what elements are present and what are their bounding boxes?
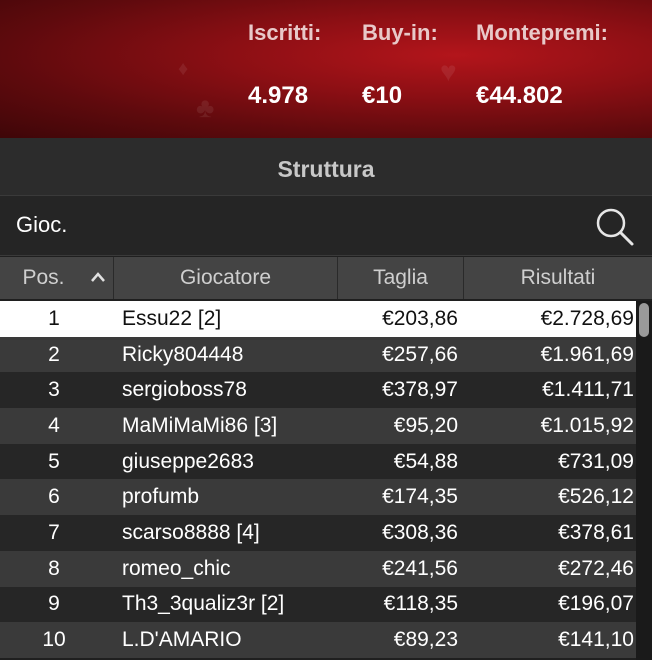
entrants-value: 4.978 (248, 82, 309, 109)
column-header-position[interactable]: Pos. (0, 257, 114, 299)
row-position: 8 (48, 556, 60, 580)
row-result: €1.961,69 (540, 342, 634, 366)
tab-structure[interactable]: Struttura (0, 156, 652, 183)
column-header-results[interactable]: Risultati (464, 257, 652, 299)
row-bounty: €203,86 (382, 306, 458, 330)
row-bounty: €308,36 (382, 520, 458, 544)
row-position: 10 (42, 628, 66, 652)
section-tab-bar: Struttura (0, 138, 652, 196)
row-player: Ricky804448 (122, 342, 244, 366)
row-player: giuseppe2683 (122, 449, 254, 473)
prizepool-label: Montepremi: (476, 20, 608, 45)
row-result: €731,09 (558, 449, 634, 473)
results-table-body: 1 Essu22 [2] €203,86 €2.728,69 2 Ricky80… (0, 301, 636, 658)
row-position: 4 (48, 413, 60, 437)
diamond-suit-decoration: ♦ (178, 58, 189, 80)
row-position: 7 (48, 520, 60, 544)
row-result: €1.015,92 (540, 413, 634, 437)
heart-suit-decoration: ♥ (440, 56, 457, 87)
row-position: 1 (48, 306, 60, 330)
row-bounty: €257,66 (382, 342, 458, 366)
row-position: 9 (48, 592, 60, 616)
table-row[interactable]: 10 L.D'AMARIO €89,23 €141,10 (0, 622, 636, 658)
row-position: 5 (48, 449, 60, 473)
table-row[interactable]: 2 Ricky804448 €257,66 €1.961,69 (0, 336, 636, 373)
row-result: €1.411,71 (542, 378, 634, 402)
row-player: profumb (122, 485, 200, 509)
row-position: 2 (48, 342, 60, 366)
table-row[interactable]: 6 profumb €174,35 €526,12 (0, 479, 636, 516)
scrollbar-thumb[interactable] (639, 303, 649, 337)
row-player: romeo_chic (122, 556, 231, 580)
column-header-player[interactable]: Giocatore (114, 257, 338, 299)
table-row[interactable]: 7 scarso8888 [4] €308,36 €378,61 (0, 515, 636, 551)
chevron-up-icon[interactable] (90, 271, 106, 283)
row-player: Th3_3qualiz3r [2] (122, 592, 285, 616)
row-position: 6 (48, 485, 60, 509)
row-bounty: €378,97 (382, 378, 458, 402)
row-player: scarso8888 [4] (122, 520, 260, 544)
row-player: L.D'AMARIO (122, 628, 242, 652)
row-result: €2.728,69 (540, 306, 634, 330)
player-search-bar (0, 196, 652, 256)
tournament-header: ♣ ♥ ♦ Iscritti: 4.978 Buy-in: €10 Montep… (0, 0, 652, 138)
table-row[interactable]: 1 Essu22 [2] €203,86 €2.728,69 (0, 301, 636, 337)
column-header-bounty[interactable]: Taglia (338, 257, 464, 299)
row-player: Essu22 [2] (122, 306, 222, 330)
table-row[interactable]: 5 giuseppe2683 €54,88 €731,09 (0, 443, 636, 480)
row-bounty: €118,35 (383, 592, 458, 616)
search-icon[interactable] (594, 206, 636, 248)
table-row[interactable]: 8 romeo_chic €241,56 €272,46 (0, 550, 636, 587)
row-result: €272,46 (558, 556, 634, 580)
entrants-label: Iscritti: (248, 20, 322, 45)
search-input[interactable] (16, 210, 576, 240)
row-result: €526,12 (558, 485, 634, 509)
row-bounty: €174,35 (382, 485, 458, 509)
buyin-label: Buy-in: (362, 20, 438, 45)
row-player: MaMiMaMi86 [3] (122, 413, 278, 437)
row-player: sergioboss78 (122, 378, 247, 402)
table-row[interactable]: 3 sergioboss78 €378,97 €1.411,71 (0, 372, 636, 409)
row-result: €378,61 (558, 520, 634, 544)
table-row[interactable]: 9 Th3_3qualiz3r [2] €118,35 €196,07 (0, 586, 636, 623)
row-bounty: €54,88 (393, 449, 458, 473)
row-result: €196,07 (558, 592, 634, 616)
prizepool-value: €44.802 (476, 82, 563, 109)
table-header: Pos. Giocatore Taglia Risultati (0, 257, 652, 299)
row-bounty: €95,20 (393, 413, 458, 437)
row-result: €141,10 (558, 628, 634, 652)
table-row[interactable]: 4 MaMiMaMi86 [3] €95,20 €1.015,92 (0, 408, 636, 444)
table-scrollbar[interactable] (636, 301, 652, 660)
row-bounty: €89,23 (393, 628, 458, 652)
club-suit-decoration: ♣ (196, 92, 215, 123)
row-position: 3 (48, 378, 60, 402)
buyin-value: €10 (362, 82, 403, 109)
row-bounty: €241,56 (382, 556, 458, 580)
